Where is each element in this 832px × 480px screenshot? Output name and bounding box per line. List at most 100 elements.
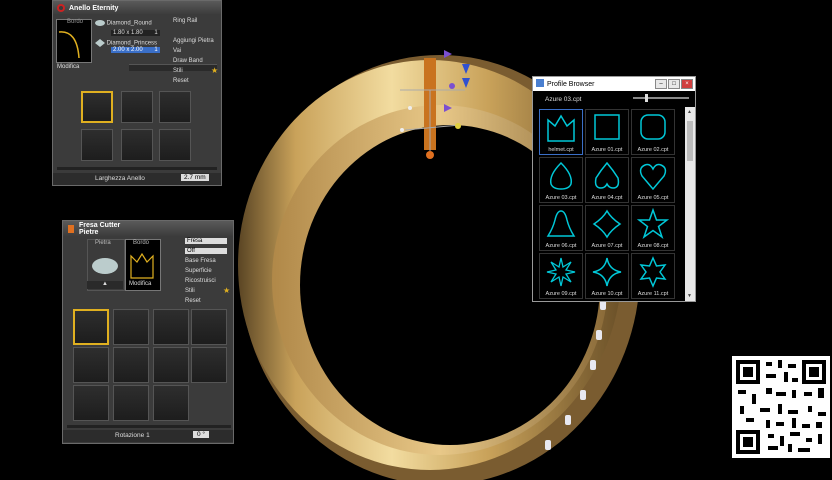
fresa-cutter-panel: Fresa Cutter Pietre Pietra Bordo ▲ Modif…	[62, 220, 234, 444]
profile-azure-08[interactable]: Azure 08.cpt	[631, 205, 675, 251]
profile-label: Azure 01.cpt	[591, 147, 623, 153]
star-profile-icon	[637, 208, 669, 239]
fresa-footer: Rotazione 1 0 °	[63, 430, 233, 442]
cutter-tool-7[interactable]	[153, 347, 189, 383]
fresa-title-bar[interactable]: Fresa Cutter Pietre	[63, 221, 233, 237]
helmet-icon	[547, 114, 575, 142]
menu-reset[interactable]: Reset	[185, 298, 201, 304]
rotation-slider[interactable]	[67, 425, 231, 428]
selected-profile-name: Azure 03.cpt	[545, 96, 582, 103]
teardrop-profile-icon	[549, 161, 573, 190]
profile-azure-05[interactable]: Azure 05.cpt	[631, 157, 675, 203]
six-point-star-profile-icon	[639, 256, 667, 288]
menu-base-fresa[interactable]: Base Fresa	[185, 258, 216, 264]
anello-title-bar[interactable]: Anello Eternity	[53, 1, 221, 15]
cutter-tool-2[interactable]	[113, 309, 149, 345]
star-icon: ★	[223, 286, 231, 295]
stone-size-round[interactable]: 1.80 x 1.80 1	[111, 30, 160, 36]
profile-azure-09[interactable]: Azure 09.cpt	[539, 253, 583, 299]
tool-profile-right[interactable]	[159, 129, 191, 161]
close-button[interactable]: ×	[681, 79, 693, 89]
profile-azure-07[interactable]: Azure 07.cpt	[585, 205, 629, 251]
profile-azure-10[interactable]: Azure 10.cpt	[585, 253, 629, 299]
stone-row-princess[interactable]: Diamond_Princess	[95, 39, 157, 47]
profile-label: Azure 11.cpt	[637, 291, 669, 297]
menu-superficie[interactable]: Superficie	[185, 268, 212, 274]
stone-size: 1.80 x 1.80	[113, 30, 143, 36]
profile-azure-01[interactable]: Azure 01.cpt	[585, 109, 629, 155]
anello-footer: Larghezza Anello 2.7 mm	[53, 173, 221, 185]
menu-draw-band[interactable]: Draw Band	[173, 58, 203, 64]
menu-stili[interactable]: Stili	[185, 288, 195, 294]
profile-thumbnail[interactable]: Bordo	[56, 19, 92, 63]
maximize-button[interactable]: □	[668, 79, 680, 89]
cutter-tool-3[interactable]	[153, 309, 189, 345]
profile-azure-02[interactable]: Azure 02.cpt	[631, 109, 675, 155]
profile-label: Azure 04.cpt	[591, 195, 623, 201]
menu-off[interactable]: Off	[185, 248, 227, 254]
thumbnail-size-slider[interactable]	[633, 94, 689, 102]
fresa-edit-button[interactable]: Modifica	[129, 281, 151, 287]
heart-inverted-profile-icon	[594, 161, 620, 189]
stone-row-round[interactable]: Diamond_Round	[95, 19, 152, 27]
cutter-tool-9[interactable]	[73, 385, 109, 421]
tool-width-top[interactable]	[81, 91, 113, 123]
profile-browser-header: Azure 03.cpt	[533, 91, 695, 107]
anello-title: Anello Eternity	[69, 4, 119, 12]
star-icon: ★	[211, 66, 219, 75]
cutter-tool-4[interactable]	[191, 309, 227, 345]
cutter-icon	[66, 224, 76, 234]
menu-ring-rail[interactable]: Ring Rail	[173, 18, 197, 24]
profile-helmet[interactable]: helmet.cpt	[539, 109, 583, 155]
profile-azure-04[interactable]: Azure 04.cpt	[585, 157, 629, 203]
tool-width-mid[interactable]	[121, 91, 153, 123]
tab-pietra-label: Pietra	[95, 240, 111, 246]
width-value-field[interactable]: 2.7 mm	[181, 174, 209, 181]
stone-size: 2.00 x 2.00	[113, 47, 143, 53]
profile-browser-window: Profile Browser – □ × Azure 03.cpt helme…	[532, 76, 696, 302]
menu-stili[interactable]: Stili	[173, 68, 183, 74]
window-icon	[536, 79, 544, 89]
profile-grid-scrollbar[interactable]: ▲ ▼	[685, 107, 695, 301]
minimize-button[interactable]: –	[655, 79, 667, 89]
anello-eternity-panel: Anello Eternity Bordo Modifica Diamond_R…	[52, 0, 222, 186]
profile-label: Azure 09.cpt	[545, 291, 577, 297]
stone-qty: 1	[154, 30, 158, 36]
profile-browser-title: Profile Browser	[547, 80, 595, 88]
tool-height[interactable]	[159, 91, 191, 123]
menu-reset[interactable]: Reset	[173, 78, 189, 84]
stone-name: Diamond_Princess	[106, 40, 158, 47]
starburst-profile-icon	[546, 257, 576, 287]
profile-label: Azure 05.cpt	[637, 195, 669, 201]
menu-fresa[interactable]: Fresa	[185, 238, 227, 244]
rotation-value-field[interactable]: 0 °	[193, 431, 210, 438]
stone-size-princess[interactable]: 2.00 x 2.00 1	[111, 47, 160, 53]
cutter-tool-1[interactable]	[73, 309, 109, 345]
qr-code-icon	[736, 360, 826, 454]
rounded-square-profile-icon	[640, 114, 666, 140]
footer-label: Larghezza Anello	[95, 175, 145, 182]
edit-profile-button[interactable]: Modifica	[57, 64, 79, 70]
stone-qty: 1	[154, 47, 158, 53]
cutter-tool-10[interactable]	[113, 385, 149, 421]
profile-label: Azure 02.cpt	[637, 147, 669, 153]
diamond-round-icon	[95, 20, 105, 26]
menu-aggiungi-pietra[interactable]: Aggiungi Pietra	[173, 38, 214, 44]
profile-grid: helmet.cpt Azure 01.cpt Azure 02.cpt Azu…	[533, 107, 685, 301]
profile-azure-11[interactable]: Azure 11.cpt	[631, 253, 675, 299]
cutter-tool-6[interactable]	[113, 347, 149, 383]
profile-azure-03[interactable]: Azure 03.cpt	[539, 157, 583, 203]
menu-ricostruisci[interactable]: Ricostruisci	[185, 278, 216, 284]
tab-pietra-arrow[interactable]: ▲	[87, 281, 123, 289]
tool-profile-mid[interactable]	[121, 129, 153, 161]
scrollbar-thumb[interactable]	[687, 121, 693, 161]
cutter-tool-11[interactable]	[153, 385, 189, 421]
profile-azure-06[interactable]: Azure 06.cpt	[539, 205, 583, 251]
cutter-tool-5[interactable]	[73, 347, 109, 383]
menu-vai[interactable]: Vai	[173, 48, 181, 54]
profile-browser-titlebar[interactable]: Profile Browser – □ ×	[533, 77, 695, 91]
tool-profile-left[interactable]	[81, 129, 113, 161]
fresa-title: Fresa Cutter Pietre	[79, 222, 121, 236]
cutter-tool-8[interactable]	[191, 347, 227, 383]
width-slider[interactable]	[57, 167, 217, 170]
